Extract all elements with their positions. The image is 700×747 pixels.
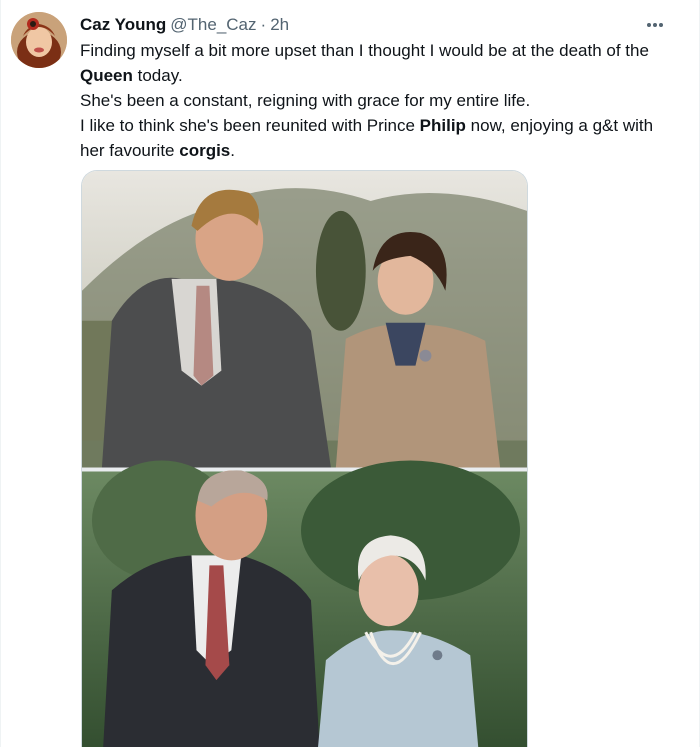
bold-text: corgis (179, 141, 231, 160)
tweet-photo[interactable] (81, 170, 528, 747)
tweet-line-3: I like to think she's been reunited with… (80, 113, 680, 163)
more-options-button[interactable] (643, 14, 667, 36)
user-handle[interactable]: @The_Caz (170, 14, 256, 36)
bold-text: Philip (419, 116, 466, 135)
bold-text: Queen (80, 66, 133, 85)
avatar[interactable] (11, 12, 67, 68)
text-segment: Finding myself a bit more upset than I t… (80, 41, 649, 60)
avatar-image (11, 12, 67, 68)
tweet[interactable]: Caz Young @The_Caz · 2h Finding myself a… (0, 0, 700, 747)
photo-image (82, 171, 527, 747)
timestamp[interactable]: 2h (270, 14, 289, 36)
separator: · (260, 15, 267, 34)
more-dots-icon (647, 23, 663, 27)
text-segment: . (230, 141, 235, 160)
tweet-line-1: Finding myself a bit more upset than I t… (80, 38, 680, 88)
text-segment: I like to think she's been reunited with… (80, 116, 420, 135)
display-name[interactable]: Caz Young (80, 14, 166, 36)
text-segment: She's been a constant, reigning with gra… (80, 91, 531, 110)
tweet-header: Caz Young @The_Caz · 2h (80, 14, 689, 36)
text-segment: today. (132, 66, 183, 85)
tweet-text: Finding myself a bit more upset than I t… (80, 38, 680, 163)
tweet-line-2: She's been a constant, reigning with gra… (80, 88, 680, 113)
